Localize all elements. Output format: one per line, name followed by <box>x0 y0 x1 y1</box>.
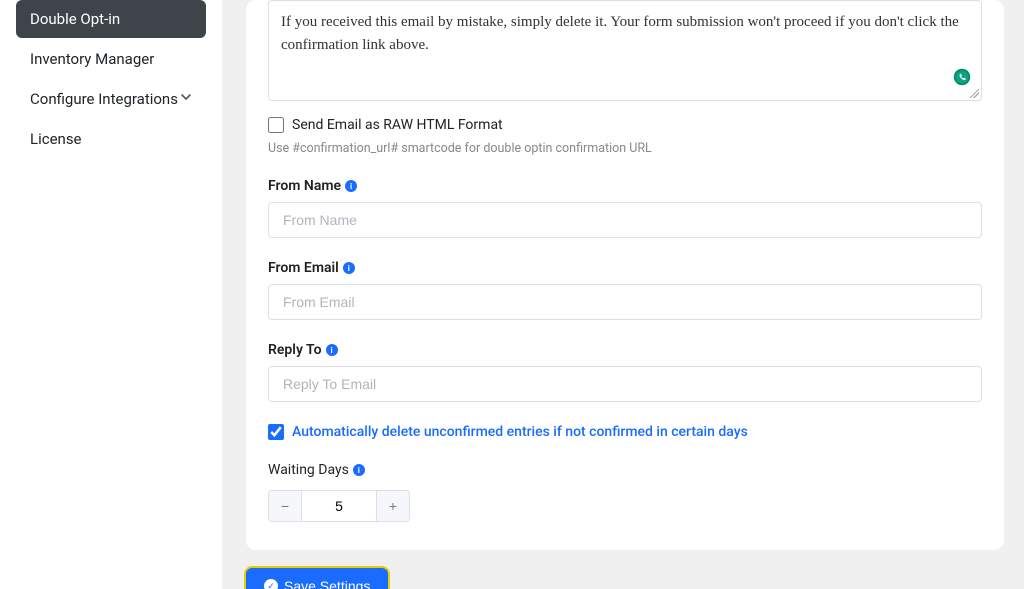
email-body-text: If you received this email by mistake, s… <box>281 11 969 56</box>
raw-html-checkbox-row: Send Email as RAW HTML Format <box>268 117 982 133</box>
from-name-label: From Name i <box>268 178 982 194</box>
auto-delete-label[interactable]: Automatically delete unconfirmed entries… <box>292 424 748 440</box>
smartcode-hint: Use #confirmation_url# smartcode for dou… <box>268 141 982 156</box>
chevron-down-icon <box>180 91 192 107</box>
raw-html-label[interactable]: Send Email as RAW HTML Format <box>292 117 503 133</box>
raw-html-checkbox[interactable] <box>268 117 284 133</box>
sidebar-item-label: License <box>30 130 82 148</box>
sidebar-item-label: Configure Integrations <box>30 90 178 108</box>
sidebar-item-license[interactable]: License <box>16 120 206 158</box>
sidebar-item-inventory-manager[interactable]: Inventory Manager <box>16 40 206 78</box>
from-email-input[interactable] <box>268 284 982 320</box>
sidebar-item-label: Double Opt-in <box>30 10 120 28</box>
stepper-increment[interactable]: + <box>377 491 409 521</box>
whatsapp-icon <box>953 68 971 86</box>
info-icon[interactable]: i <box>353 464 365 476</box>
sidebar-item-configure-integrations[interactable]: Configure Integrations <box>16 80 206 118</box>
waiting-days-stepper: − + <box>268 490 410 522</box>
waiting-days-label: Waiting Days i <box>268 462 982 478</box>
reply-to-label: Reply To i <box>268 342 982 358</box>
info-icon[interactable]: i <box>345 180 357 192</box>
sidebar-item-label: Inventory Manager <box>30 50 154 68</box>
settings-panel: If you received this email by mistake, s… <box>246 0 1004 550</box>
reply-to-input[interactable] <box>268 366 982 402</box>
from-name-input[interactable] <box>268 202 982 238</box>
stepper-decrement[interactable]: − <box>269 491 301 521</box>
sidebar-item-double-opt-in[interactable]: Double Opt-in <box>16 0 206 38</box>
main-content: If you received this email by mistake, s… <box>222 0 1024 589</box>
email-body-textarea[interactable]: If you received this email by mistake, s… <box>268 0 982 101</box>
auto-delete-checkbox-row: Automatically delete unconfirmed entries… <box>268 424 982 440</box>
settings-sidebar: Double Opt-in Inventory Manager Configur… <box>0 0 222 589</box>
check-circle-icon: ✓ <box>264 579 278 589</box>
save-button-label: Save Settings <box>284 578 370 589</box>
auto-delete-checkbox[interactable] <box>268 424 284 440</box>
from-email-label: From Email i <box>268 260 982 276</box>
waiting-days-input[interactable] <box>301 491 377 521</box>
info-icon[interactable]: i <box>343 262 355 274</box>
save-settings-button[interactable]: ✓ Save Settings <box>246 568 388 589</box>
info-icon[interactable]: i <box>326 344 338 356</box>
